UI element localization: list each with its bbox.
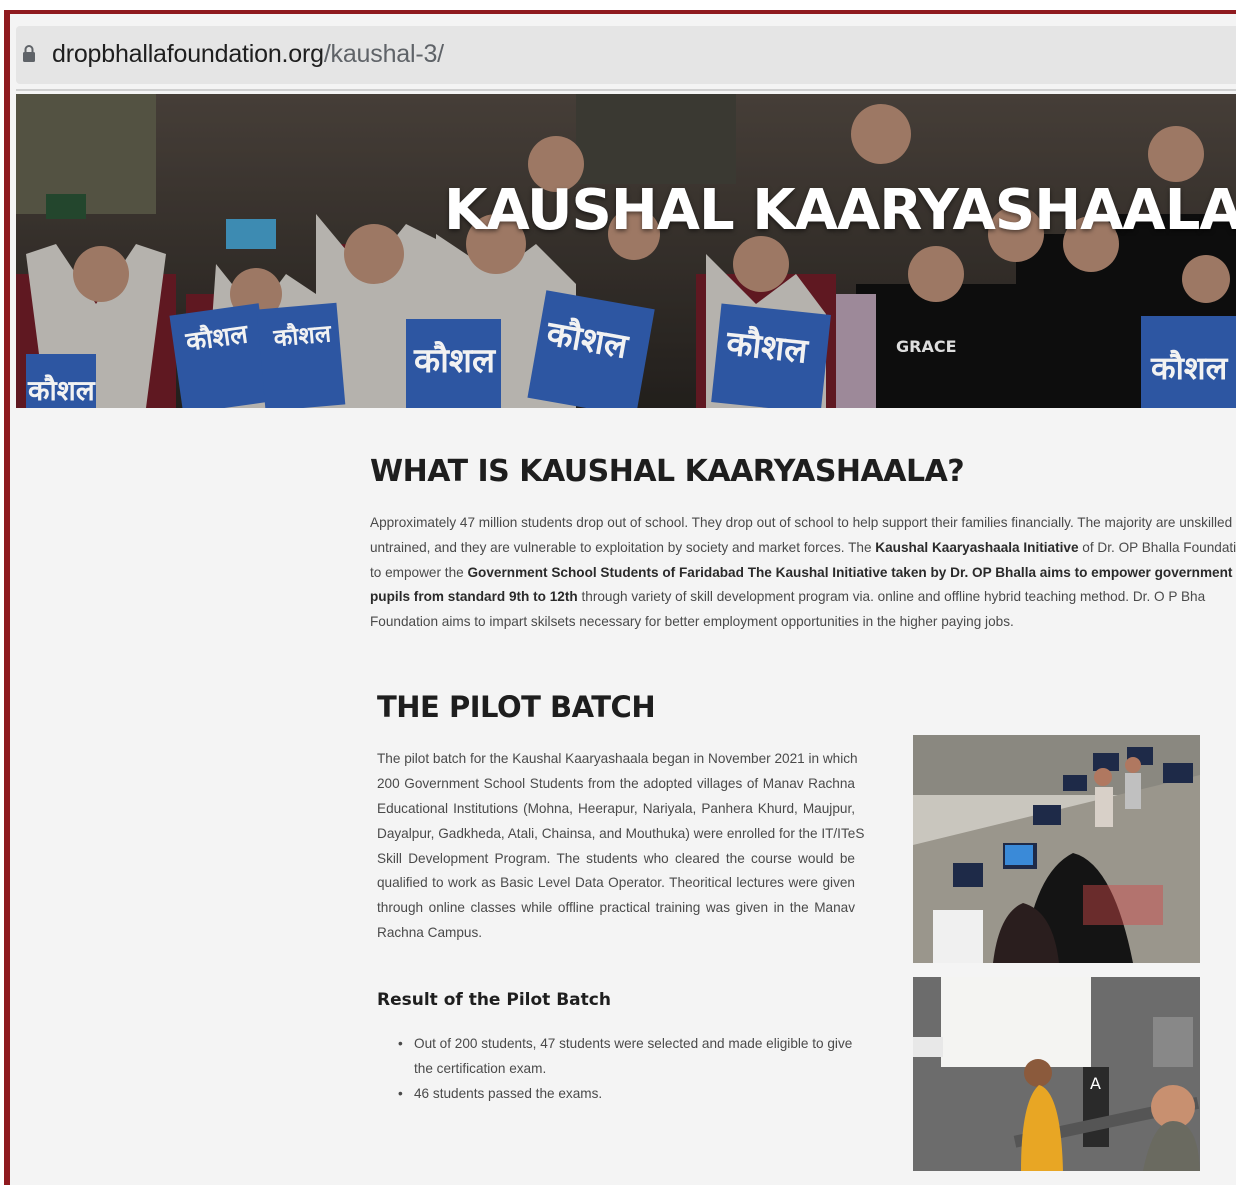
list-item: 46 students passed the exams.: [398, 1081, 858, 1106]
paragraph-line: untrained, and they are vulnerable to ex…: [370, 539, 1236, 555]
result-list: Out of 200 students, 47 students were se…: [398, 1031, 858, 1106]
lock-icon: [23, 45, 35, 62]
paragraph-line: Foundation aims to impart skilsets neces…: [370, 614, 1014, 630]
poster-text: कौशल: [272, 319, 334, 352]
paragraph-line: pupils from standard 9th to 12th through…: [370, 589, 1206, 605]
toolbar-divider: [16, 89, 1236, 91]
hero-banner: कौशल कौशल कौशल कौशल कौशल कौशल कौशल GRACE: [16, 94, 1236, 408]
paragraph-line: Educational Institutions (Mohna, Heerapu…: [377, 800, 855, 816]
paragraph-line: qualified to work as Basic Level Data Op…: [377, 875, 855, 891]
paragraph-line: 200 Government School Students from the …: [377, 775, 855, 791]
page-title: KAUSHAL KAARYASHAALA: [444, 178, 1236, 243]
shirt-text: GRACE: [896, 337, 957, 356]
bold-text: pupils from standard 9th to 12th: [370, 589, 578, 605]
paragraph-line: Rachna Campus.: [377, 925, 483, 941]
bold-text: Government School Students of Faridabad …: [467, 564, 1236, 580]
paragraph-line: The pilot batch for the Kaushal Kaaryash…: [377, 751, 858, 766]
bold-text: Kaushal Kaaryashaala Initiative: [875, 539, 1079, 555]
interview-photo: A: [913, 977, 1200, 1171]
list-item: Out of 200 students, 47 students were se…: [398, 1031, 858, 1081]
pilot-batch-paragraph: The pilot batch for the Kaushal Kaaryash…: [377, 747, 865, 946]
poster-text: कौशल: [1150, 349, 1229, 387]
section-heading-pilot-batch: THE PILOT BATCH: [377, 690, 656, 724]
hero-photo: कौशल कौशल कौशल कौशल कौशल कौशल कौशल GRACE: [16, 94, 1236, 408]
section-heading-what-is: WHAT IS KAUSHAL KAARYASHAALA?: [370, 454, 965, 489]
poster-text: कौशल: [27, 374, 96, 407]
intro-paragraph: Approximately 47 million students drop o…: [370, 511, 1236, 635]
poster-text: कौशल: [413, 340, 497, 381]
svg-text:A: A: [1090, 1074, 1101, 1093]
paragraph-line: to empower the Government School Student…: [370, 561, 1236, 586]
poster-text: कौशल: [724, 322, 812, 372]
paragraph-line: Skill Development Program. The students …: [377, 850, 855, 866]
computer-lab-photo: [913, 735, 1200, 963]
subheading-result: Result of the Pilot Batch: [377, 990, 611, 1010]
url-path: /kaushal-3/: [323, 40, 444, 68]
url-text[interactable]: dropbhallafoundation.org/kaushal-3/: [52, 38, 444, 70]
paragraph-line: through online classes while offline pra…: [377, 900, 855, 916]
paragraph-line: Dayalpur, Gadkheda, Atali, Chainsa, and …: [377, 825, 865, 841]
url-domain: dropbhallafoundation.org: [52, 40, 324, 68]
paragraph-line: Approximately 47 million students drop o…: [370, 515, 1236, 530]
